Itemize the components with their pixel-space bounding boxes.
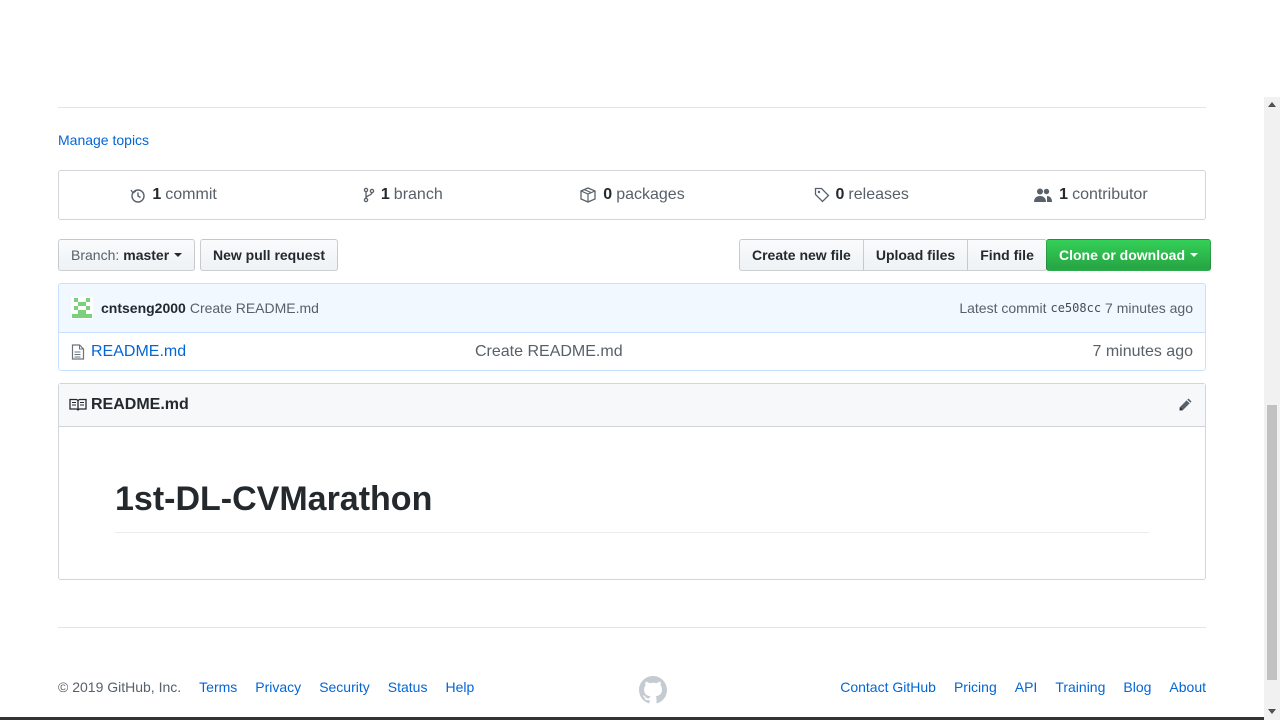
- latest-commit-label: Latest commit: [959, 300, 1047, 316]
- footer-link-api[interactable]: API: [1015, 679, 1038, 695]
- footer-left: © 2019 GitHub, Inc. Terms Privacy Securi…: [58, 679, 474, 695]
- footer-link-about[interactable]: About: [1169, 679, 1206, 695]
- branch-prefix: Branch:: [71, 247, 120, 263]
- vertical-scrollbar[interactable]: [1264, 97, 1280, 720]
- releases-number: 0: [835, 186, 845, 203]
- package-icon: [580, 187, 596, 203]
- clone-download-label: Clone or download: [1059, 247, 1185, 263]
- book-icon: [69, 398, 87, 411]
- commit-message-link[interactable]: Create README.md: [190, 300, 319, 316]
- readme-content: 1st-DL-CVMarathon: [59, 427, 1205, 533]
- contributors-label: contributor: [1072, 186, 1148, 203]
- latest-commit-bar: cntseng2000 Create README.md Latest comm…: [58, 283, 1206, 333]
- contributors-count[interactable]: 1 contributor: [976, 186, 1205, 204]
- avatar[interactable]: [71, 297, 93, 319]
- file-list-row: README.md Create README.md 7 minutes ago: [58, 333, 1206, 371]
- file-navigation-toolbar: Branch: master New pull request Create n…: [58, 239, 1211, 271]
- pencil-icon[interactable]: [1177, 397, 1193, 413]
- create-new-file-button[interactable]: Create new file: [739, 239, 864, 271]
- commits-number: 1: [152, 186, 162, 203]
- file-commit-message-link[interactable]: Create README.md: [475, 343, 623, 361]
- find-file-button[interactable]: Find file: [967, 239, 1047, 271]
- footer-link-terms[interactable]: Terms: [199, 679, 237, 695]
- packages-count[interactable]: 0 packages: [517, 186, 746, 204]
- commit-sha-link[interactable]: ce508cc: [1050, 301, 1101, 315]
- people-icon: [1034, 188, 1053, 202]
- readme-header: README.md: [59, 384, 1205, 427]
- upload-files-button[interactable]: Upload files: [862, 239, 969, 271]
- footer-link-contact[interactable]: Contact GitHub: [840, 679, 936, 695]
- clone-download-button[interactable]: Clone or download: [1046, 239, 1211, 271]
- footer-link-blog[interactable]: Blog: [1123, 679, 1151, 695]
- history-icon: [130, 189, 146, 203]
- branches-number: 1: [380, 186, 390, 203]
- git-branch-icon: [363, 187, 375, 203]
- branch-select-button[interactable]: Branch: master: [58, 239, 196, 271]
- footer-link-pricing[interactable]: Pricing: [954, 679, 997, 695]
- tag-icon: [814, 187, 829, 203]
- releases-count[interactable]: 0 releases: [747, 186, 976, 204]
- file-icon: [71, 343, 85, 360]
- scroll-up-arrow-icon[interactable]: [1268, 102, 1276, 107]
- commits-label: commit: [165, 186, 217, 203]
- commits-count[interactable]: 1 commit: [59, 186, 288, 204]
- footer-divider: [58, 627, 1206, 628]
- branch-name: master: [123, 247, 170, 263]
- github-mark-icon[interactable]: [639, 676, 667, 704]
- packages-label: packages: [616, 186, 685, 203]
- footer-link-security[interactable]: Security: [319, 679, 370, 695]
- footer-right: Contact GitHub Pricing API Training Blog…: [840, 679, 1206, 695]
- manage-topics-link[interactable]: Manage topics: [58, 132, 149, 148]
- footer-copyright: © 2019 GitHub, Inc.: [58, 679, 182, 695]
- latest-commit-info: Latest commit ce508cc 7 minutes ago: [959, 300, 1193, 316]
- releases-label: releases: [848, 186, 909, 203]
- chevron-down-icon: [1190, 253, 1198, 257]
- readme-filename: README.md: [91, 396, 189, 413]
- top-divider: [58, 107, 1206, 108]
- commit-age: 7 minutes ago: [1105, 300, 1193, 316]
- repo-numbers-summary: 1 commit 1 branch 0 packages 0 releases …: [58, 170, 1206, 220]
- scrollbar-thumb[interactable]: [1267, 405, 1277, 680]
- file-age: 7 minutes ago: [1092, 342, 1193, 360]
- scroll-down-arrow-icon[interactable]: [1268, 709, 1276, 714]
- branches-label: branch: [393, 186, 443, 203]
- footer-link-status[interactable]: Status: [388, 679, 428, 695]
- footer-link-training[interactable]: Training: [1055, 679, 1105, 695]
- readme-panel: README.md 1st-DL-CVMarathon: [58, 383, 1206, 580]
- file-actions-group: Create new file Upload files Find file: [739, 239, 1047, 271]
- new-pull-request-button[interactable]: New pull request: [200, 239, 339, 271]
- readme-heading: 1st-DL-CVMarathon: [115, 479, 1149, 533]
- chevron-down-icon: [174, 253, 183, 257]
- branches-count[interactable]: 1 branch: [288, 186, 517, 204]
- commit-author-link[interactable]: cntseng2000: [101, 300, 186, 316]
- contributors-number: 1: [1059, 186, 1069, 203]
- file-name-link[interactable]: README.md: [91, 343, 186, 361]
- footer-link-help[interactable]: Help: [445, 679, 474, 695]
- packages-number: 0: [603, 186, 613, 203]
- footer-link-privacy[interactable]: Privacy: [255, 679, 301, 695]
